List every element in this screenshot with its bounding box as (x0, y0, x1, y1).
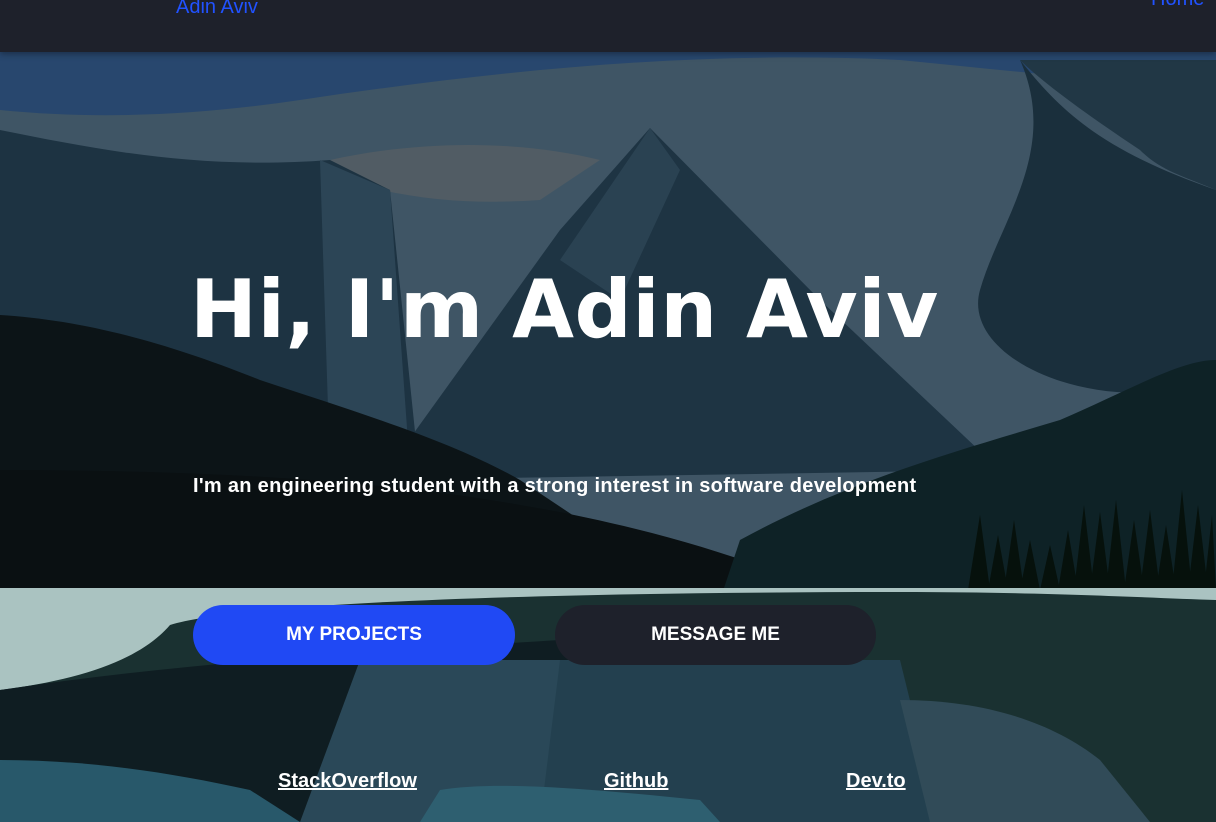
nav-home-link[interactable]: Home (1151, 0, 1204, 12)
hero-subtitle: I'm an engineering student with a strong… (193, 475, 917, 497)
my-projects-button[interactable]: MY PROJECTS (193, 605, 515, 665)
message-me-button[interactable]: MESSAGE ME (555, 605, 876, 665)
brand-link[interactable]: Adin Aviv (176, 0, 258, 20)
landscape-background (0, 0, 1216, 822)
page: Adin Aviv Home Hi, I'm Adin Aviv I'm an … (0, 0, 1216, 822)
top-navbar: Adin Aviv Home (0, 0, 1216, 52)
hero-title: Hi, I'm Adin Aviv (190, 263, 939, 356)
github-link[interactable]: Github (604, 768, 668, 794)
stackoverflow-link[interactable]: StackOverflow (278, 768, 417, 794)
devto-link[interactable]: Dev.to (846, 768, 906, 794)
